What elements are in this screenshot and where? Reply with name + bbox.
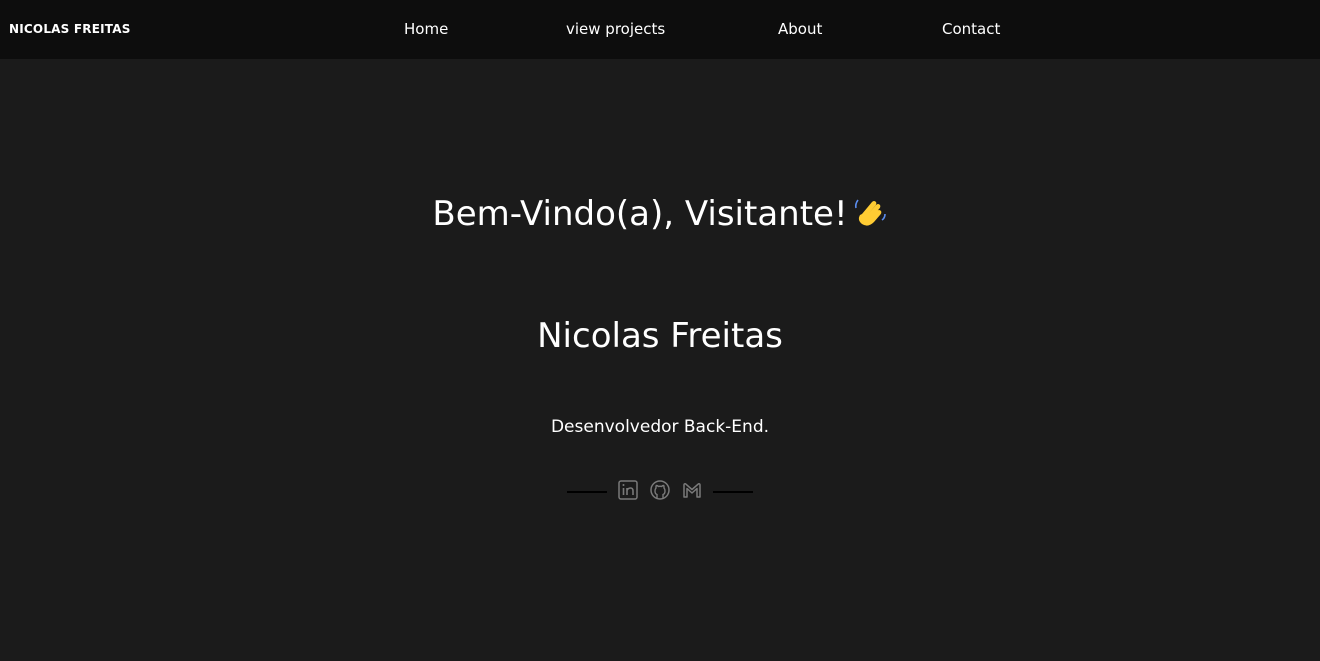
gmail-icon[interactable] [681, 479, 703, 501]
divider-line-right [713, 491, 753, 493]
nav-link-contact[interactable]: Contact [942, 20, 1000, 38]
welcome-heading: Bem-Vindo(a), Visitante! [0, 194, 1320, 234]
github-icon[interactable] [649, 479, 671, 501]
hero-section: Bem-Vindo(a), Visitante! Nicolas Freitas… [0, 59, 1320, 661]
linkedin-icon[interactable] [617, 479, 639, 501]
nav-link-about[interactable]: About [778, 20, 822, 38]
divider-line-left [567, 491, 607, 493]
nav-link-view-projects[interactable]: view projects [566, 20, 665, 38]
waving-hand-icon [852, 194, 888, 230]
navbar: NICOLAS FREITAS Home view projects About… [0, 0, 1320, 59]
social-links [567, 479, 753, 503]
welcome-text: Bem-Vindo(a), Visitante! [432, 194, 848, 234]
profile-name: Nicolas Freitas [537, 316, 783, 356]
nav-link-home[interactable]: Home [404, 20, 448, 38]
brand-logo[interactable]: NICOLAS FREITAS [9, 22, 131, 36]
profile-role: Desenvolvedor Back-End. [550, 417, 770, 437]
